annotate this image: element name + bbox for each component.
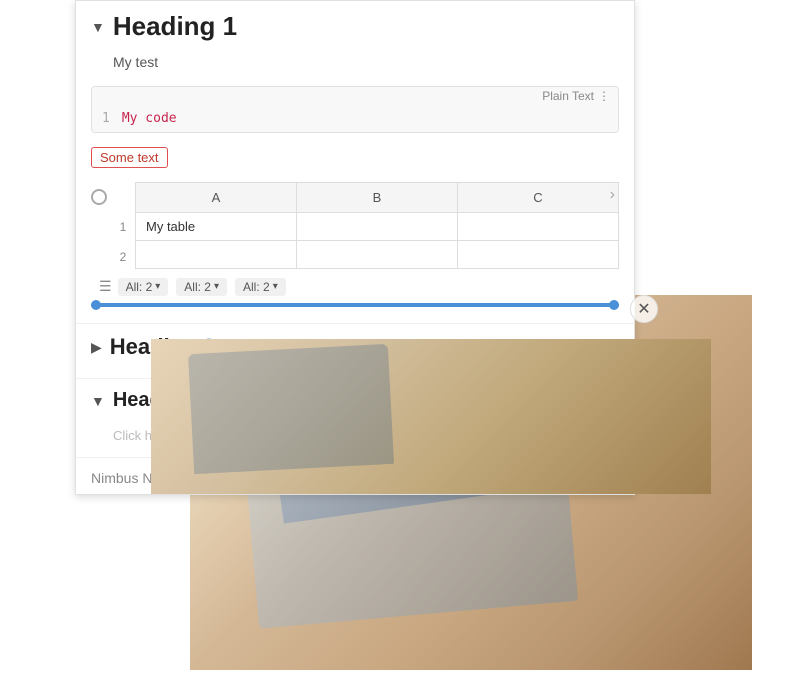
heading1-section: ▼ Heading 1 My test Plain Text ⋮ 1 My co… bbox=[76, 1, 634, 324]
some-text-badge-container: Some text bbox=[91, 141, 619, 176]
table-container: 1 2 A B C My table bbox=[91, 182, 619, 307]
code-block-body: 1 My code bbox=[92, 105, 618, 132]
close-button[interactable]: ✕ bbox=[630, 295, 658, 323]
filter-icon[interactable]: ☰ bbox=[93, 276, 118, 297]
data-table: A B C My table bbox=[135, 182, 619, 269]
filter-badge-c[interactable]: All: 2 ▾ bbox=[235, 278, 286, 296]
table-footer: ☰ All: 2 ▾ All: 2 ▾ All: 2 ▾ bbox=[91, 272, 619, 301]
table-row: My table bbox=[136, 213, 619, 241]
document-panel: ▼ Heading 1 My test Plain Text ⋮ 1 My co… bbox=[75, 0, 635, 495]
heading1-collapse-arrow[interactable]: ▼ bbox=[91, 19, 105, 35]
scroll-handle[interactable] bbox=[91, 303, 619, 307]
table-radio[interactable] bbox=[91, 189, 107, 205]
filter-arrow-a: ▾ bbox=[155, 281, 160, 292]
close-icon: ✕ bbox=[637, 299, 650, 319]
row-num-2: 2 bbox=[111, 242, 135, 272]
some-text-badge[interactable]: Some text bbox=[91, 147, 168, 168]
heading1-title: Heading 1 bbox=[113, 11, 237, 42]
code-block-header: Plain Text ⋮ bbox=[92, 87, 618, 105]
row-num-1: 1 bbox=[111, 212, 135, 242]
col-c[interactable]: C bbox=[458, 183, 619, 213]
line-number: 1 bbox=[102, 111, 110, 126]
cell-c1[interactable] bbox=[458, 213, 619, 241]
filter-arrow-b: ▾ bbox=[214, 281, 219, 292]
scroll-handle-left bbox=[91, 300, 101, 310]
filter-arrow-c: ▾ bbox=[273, 281, 278, 292]
row-numbers: 1 2 bbox=[111, 212, 135, 272]
filter-badge-b[interactable]: All: 2 ▾ bbox=[176, 278, 227, 296]
table-row bbox=[136, 241, 619, 269]
col-b[interactable]: B bbox=[297, 183, 458, 213]
code-block: Plain Text ⋮ 1 My code bbox=[91, 86, 619, 133]
cell-b1[interactable] bbox=[297, 213, 458, 241]
cell-c2[interactable] bbox=[458, 241, 619, 269]
cell-a2[interactable] bbox=[136, 241, 297, 269]
filter-badge-a[interactable]: All: 2 ▾ bbox=[118, 278, 169, 296]
cell-b2[interactable] bbox=[297, 241, 458, 269]
code-block-menu-icon[interactable]: ⋮ bbox=[598, 89, 610, 103]
table-expand-button[interactable]: › bbox=[606, 182, 619, 208]
plain-text-label: Plain Text bbox=[542, 89, 594, 103]
table-wrapper: 1 2 A B C My table bbox=[91, 182, 619, 272]
heading2-collapse-arrow[interactable]: ▶ bbox=[91, 339, 102, 356]
my-test-text: My test bbox=[91, 50, 619, 78]
cell-a1[interactable]: My table bbox=[136, 213, 297, 241]
code-content[interactable]: My code bbox=[122, 111, 177, 126]
col-a[interactable]: A bbox=[136, 183, 297, 213]
bottom-image-strip bbox=[151, 339, 711, 494]
scroll-handle-right bbox=[609, 300, 619, 310]
heading3-collapse-arrow[interactable]: ▼ bbox=[91, 393, 105, 409]
